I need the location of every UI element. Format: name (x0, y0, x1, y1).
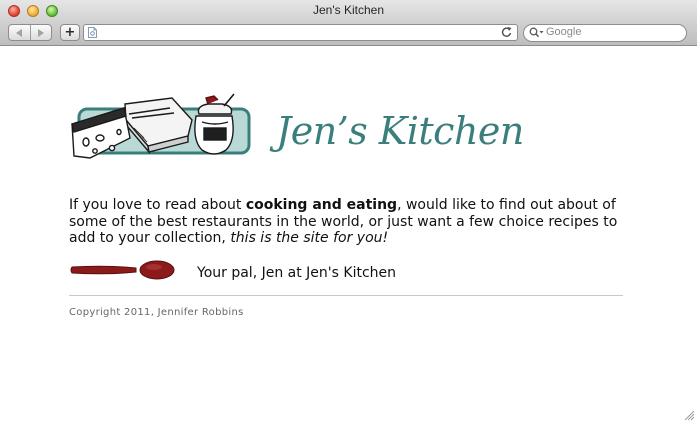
kitchen-logo (71, 93, 251, 159)
page-content: Jen’s Kitchen If you love to read about … (0, 47, 697, 423)
signoff-text: Your pal, Jen at Jen's Kitchen (197, 265, 397, 281)
intro-text-1: If you love to read about (69, 197, 246, 213)
back-forward-buttons (8, 24, 52, 41)
horizontal-rule (69, 295, 623, 296)
spoon-icon (70, 260, 175, 280)
search-field[interactable]: Google (523, 24, 687, 42)
intro-paragraph: If you love to read about cooking and ea… (69, 197, 629, 247)
search-placeholder: Google (546, 26, 582, 38)
back-arrow-icon (15, 28, 22, 37)
forward-button[interactable] (29, 25, 52, 40)
page-title: Jen’s Kitchen (276, 109, 524, 153)
back-button[interactable] (9, 25, 30, 40)
resize-grip-icon[interactable] (684, 410, 695, 421)
intro-italic-text: this is the site for you! (230, 230, 389, 246)
title-bar: Jen's Kitchen + Google (0, 0, 697, 46)
copyright-text: Copyright 2011, Jennifer Robbins (69, 307, 244, 318)
browser-window: Jen's Kitchen + Google Jen’s Kitchen If … (0, 0, 697, 423)
address-bar[interactable] (83, 24, 518, 41)
add-bookmark-button[interactable]: + (60, 24, 80, 41)
search-icon (529, 27, 544, 38)
intro-bold-text: cooking and eating (245, 197, 398, 213)
window-title: Jen's Kitchen (313, 3, 384, 17)
page-icon (88, 27, 97, 38)
forward-arrow-icon (38, 28, 45, 37)
reload-icon[interactable] (501, 26, 512, 38)
